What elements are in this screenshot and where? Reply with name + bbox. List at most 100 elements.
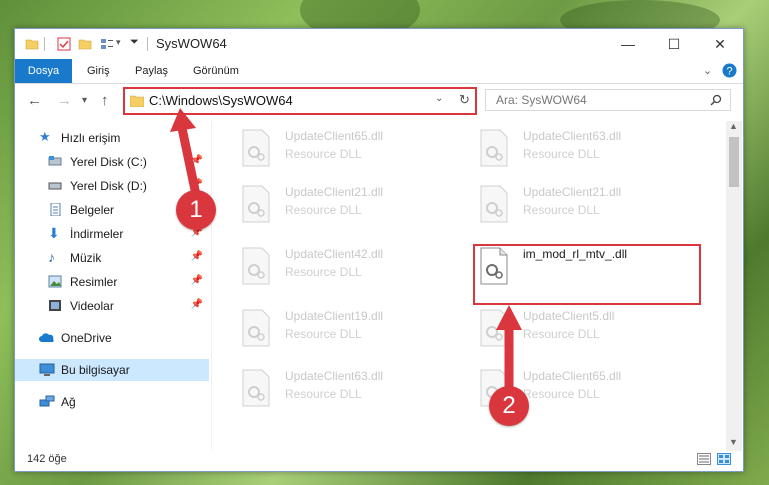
file-item[interactable]: UpdateClient63.dll Resource DLL bbox=[237, 367, 447, 415]
pin-icon[interactable]: 📌 bbox=[191, 299, 203, 310]
sidebar-item-label: OneDrive bbox=[61, 331, 112, 345]
properties-icon[interactable] bbox=[57, 37, 71, 51]
file-name: UpdateClient21.dll bbox=[523, 185, 622, 199]
sidebar-item-pictures[interactable]: Resimler 📌 bbox=[15, 271, 209, 293]
file-type: Resource DLL bbox=[523, 147, 600, 161]
folder-icon bbox=[130, 95, 144, 107]
music-icon: ♪ bbox=[48, 249, 55, 265]
file-type: Resource DLL bbox=[285, 387, 362, 401]
document-icon bbox=[50, 203, 61, 216]
dll-file-icon bbox=[242, 185, 270, 223]
file-name: UpdateClient21.dll bbox=[285, 185, 384, 199]
back-button[interactable]: ← bbox=[27, 92, 42, 109]
large-icons-view-icon[interactable] bbox=[717, 453, 731, 465]
search-input[interactable]: Ara: SysWOW64 bbox=[485, 89, 731, 111]
address-text[interactable]: C:\Windows\SysWOW64 bbox=[149, 93, 293, 108]
sidebar-item-label: İndirmeler bbox=[70, 227, 124, 241]
pin-icon[interactable]: 📌 bbox=[191, 155, 203, 166]
file-name: UpdateClient63.dll bbox=[523, 129, 622, 143]
file-type: Resource DLL bbox=[523, 327, 600, 341]
dll-file-icon bbox=[242, 247, 270, 285]
sidebar-item-network[interactable]: Ağ bbox=[15, 391, 209, 413]
expand-ribbon-icon[interactable]: ⌄ bbox=[703, 64, 712, 77]
details-view-icon[interactable] bbox=[697, 453, 711, 465]
tab-file[interactable]: Dosya bbox=[15, 59, 72, 83]
sidebar-item-onedrive[interactable]: OneDrive bbox=[15, 327, 209, 349]
new-folder-icon[interactable] bbox=[78, 37, 92, 51]
maximize-button[interactable]: ☐ bbox=[651, 29, 697, 59]
file-item[interactable]: UpdateClient65.dll Resource DLL bbox=[237, 127, 447, 175]
sidebar-item-label: Videolar bbox=[70, 299, 114, 313]
file-type: Resource DLL bbox=[523, 387, 600, 401]
svg-text:?: ? bbox=[726, 66, 732, 78]
scrollbar-thumb[interactable] bbox=[729, 137, 739, 187]
folder-icon bbox=[25, 39, 39, 50]
file-name: UpdateClient42.dll bbox=[285, 247, 384, 261]
video-icon bbox=[49, 300, 61, 311]
file-name: UpdateClient5.dll bbox=[523, 309, 615, 323]
tab-share[interactable]: Paylaş bbox=[135, 59, 168, 83]
pane-divider[interactable] bbox=[211, 121, 212, 451]
minimize-button[interactable]: — bbox=[605, 29, 651, 59]
recent-locations-button[interactable]: ▾ bbox=[82, 95, 87, 106]
explorer-window: ▾ ⏷ SysWOW64 — ☐ ✕ Dosya Giriş Paylaş Gö… bbox=[14, 28, 744, 472]
pin-icon[interactable]: 📌 bbox=[191, 179, 203, 190]
sidebar-item-label: Ağ bbox=[61, 395, 76, 409]
customize-toolbar-icon[interactable]: ⏷ bbox=[130, 36, 139, 49]
up-button[interactable]: ↑ bbox=[101, 92, 109, 109]
tab-home[interactable]: Giriş bbox=[87, 59, 110, 83]
navigation-pane: ★ Hızlı erişim Yerel Disk (C:) 📌 Yerel D… bbox=[15, 121, 211, 441]
drive-icon bbox=[48, 182, 62, 190]
forward-button[interactable]: → bbox=[57, 92, 72, 109]
sidebar-item-local-disk-d[interactable]: Yerel Disk (D:) 📌 bbox=[15, 175, 209, 197]
file-name: UpdateClient19.dll bbox=[285, 309, 384, 323]
sidebar-item-label: Belgeler bbox=[70, 203, 115, 217]
file-item[interactable]: UpdateClient19.dll Resource DLL bbox=[237, 307, 447, 355]
drive-icon bbox=[48, 156, 62, 166]
scroll-up-icon[interactable]: ▲ bbox=[729, 121, 738, 131]
address-bar[interactable]: C:\Windows\SysWOW64 ⌄ bbox=[123, 87, 457, 115]
navigation-bar: ← → ▾ ↑ C:\Windows\SysWOW64 ⌄ ↻ Ara: Sys… bbox=[15, 84, 743, 118]
ribbon-tabs: Dosya Giriş Paylaş Görünüm ⌄ ? bbox=[15, 59, 743, 84]
callout-2: 2 bbox=[489, 386, 529, 426]
file-type: Resource DLL bbox=[285, 147, 362, 161]
callout-1: 1 bbox=[176, 190, 216, 230]
sidebar-item-music[interactable]: ♪ Müzik 📌 bbox=[15, 247, 209, 269]
sidebar-item-videos[interactable]: Videolar 📌 bbox=[15, 295, 209, 317]
sidebar-item-label: Bu bilgisayar bbox=[61, 363, 130, 377]
file-item[interactable]: UpdateClient5.dll Resource DLL bbox=[475, 307, 685, 355]
status-bar: 142 öğe bbox=[15, 449, 743, 471]
help-icon[interactable]: ? bbox=[722, 63, 737, 78]
scroll-down-icon[interactable]: ▼ bbox=[729, 437, 738, 447]
file-item[interactable]: UpdateClient21.dll Resource DLL bbox=[475, 183, 685, 231]
sidebar-item-downloads[interactable]: ⬇ İndirmeler 📌 bbox=[15, 223, 209, 245]
sidebar-item-this-pc[interactable]: Bu bilgisayar bbox=[15, 359, 209, 381]
pin-icon[interactable]: 📌 bbox=[191, 275, 203, 286]
window-title: SysWOW64 bbox=[156, 36, 227, 51]
refresh-button[interactable]: ↻ bbox=[455, 87, 477, 115]
cloud-icon bbox=[39, 333, 54, 342]
chevron-down-icon[interactable]: ▾ bbox=[116, 37, 121, 48]
sidebar-item-local-disk-c[interactable]: Yerel Disk (C:) 📌 bbox=[15, 151, 209, 173]
star-icon: ★ bbox=[39, 129, 51, 144]
sidebar-item-label: Müzik bbox=[70, 251, 102, 265]
file-item[interactable]: UpdateClient21.dll Resource DLL bbox=[237, 183, 447, 231]
file-type: Resource DLL bbox=[285, 327, 362, 341]
sidebar-item-label: Yerel Disk (C:) bbox=[70, 155, 147, 169]
file-item[interactable]: UpdateClient63.dll Resource DLL bbox=[475, 127, 685, 175]
file-item[interactable]: UpdateClient42.dll Resource DLL bbox=[237, 245, 447, 293]
tab-view[interactable]: Görünüm bbox=[193, 59, 239, 83]
view-options-icon[interactable] bbox=[100, 37, 114, 51]
chevron-down-icon[interactable]: ⌄ bbox=[435, 93, 443, 104]
file-name: UpdateClient65.dll bbox=[285, 129, 384, 143]
title-bar: ▾ ⏷ SysWOW64 — ☐ ✕ bbox=[15, 29, 743, 59]
sidebar-item-label: Hızlı erişim bbox=[61, 131, 121, 145]
close-button[interactable]: ✕ bbox=[697, 29, 743, 59]
vertical-scrollbar[interactable]: ▲ ▼ bbox=[726, 121, 742, 451]
dll-file-icon bbox=[480, 309, 508, 347]
pin-icon[interactable]: 📌 bbox=[191, 251, 203, 262]
sidebar-item-quick-access[interactable]: ★ Hızlı erişim bbox=[15, 127, 209, 149]
file-type: Resource DLL bbox=[285, 203, 362, 217]
file-type: Resource DLL bbox=[523, 203, 600, 217]
dll-file-icon bbox=[480, 129, 508, 167]
